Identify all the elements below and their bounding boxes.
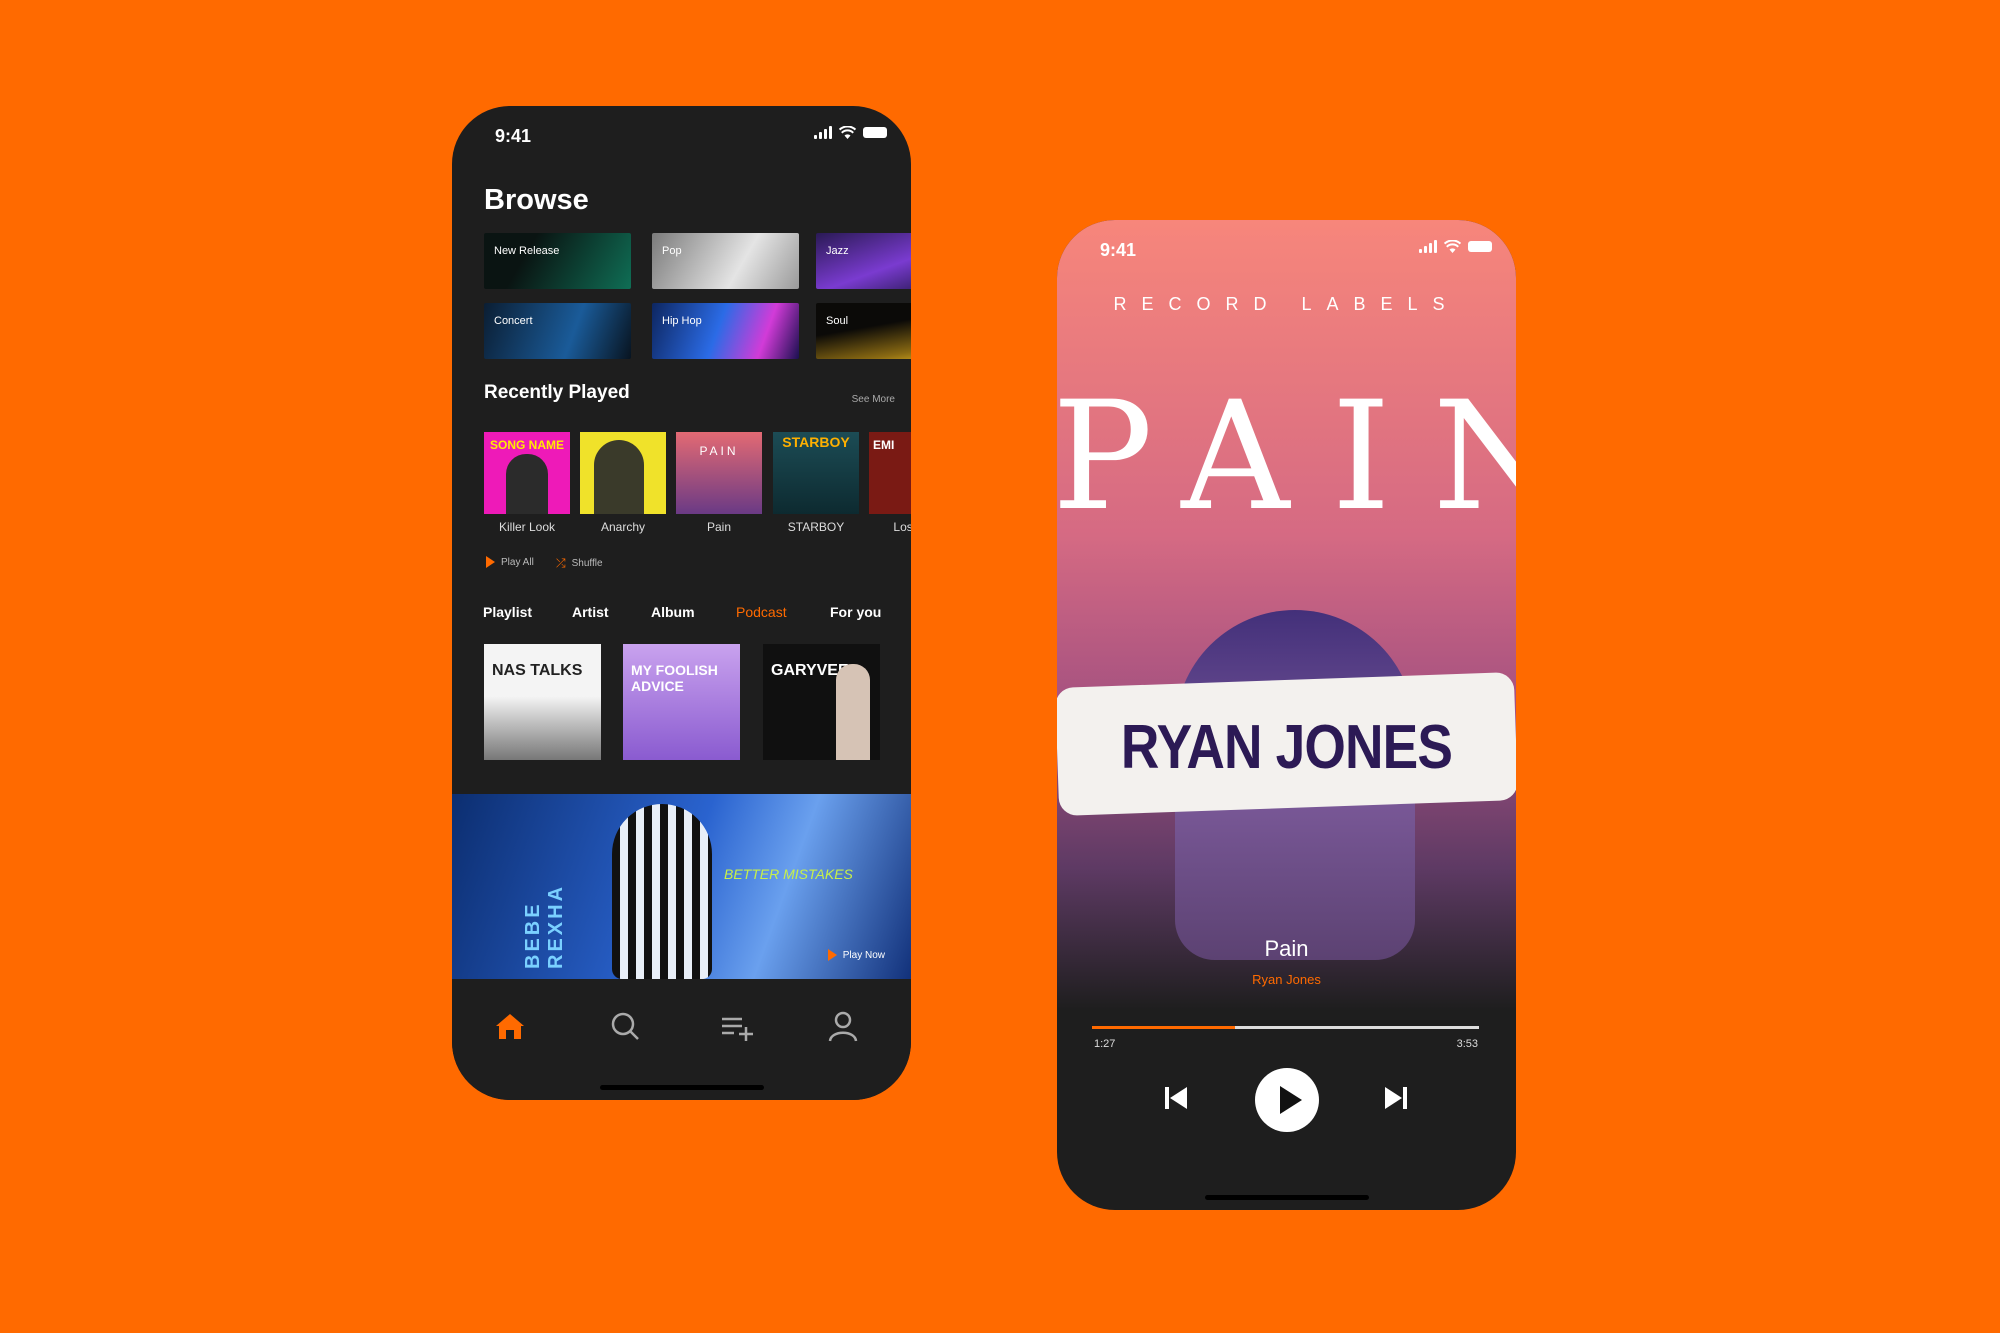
podcast-card-garyvee[interactable]: GARYVEE: [763, 644, 880, 760]
tab-for-you[interactable]: For you: [830, 604, 881, 620]
banner-artist: BEBE REXHA: [522, 883, 567, 969]
genre-tile-soul[interactable]: Soul: [816, 303, 911, 359]
genre-label: New Release: [494, 245, 560, 257]
playlist-add-icon[interactable]: [720, 1010, 754, 1042]
home-indicator[interactable]: [599, 1085, 764, 1090]
album-title: STARBOY: [787, 520, 845, 534]
podcast-cover-text: NAS TALKS: [492, 662, 583, 679]
play-all-label: Play All: [501, 556, 534, 568]
tab-artist[interactable]: Artist: [572, 604, 609, 620]
browse-heading: Browse: [484, 184, 589, 216]
status-icons: [1419, 240, 1492, 253]
shuffle-label: Shuffle: [571, 558, 603, 569]
genre-label: Hip Hop: [662, 315, 702, 327]
track-artist[interactable]: Ryan Jones: [1057, 972, 1516, 987]
album-cover: PAIN: [676, 432, 762, 514]
album-card-lose-y[interactable]: EMI Lose Y: [869, 432, 911, 534]
album-title: Killer Look: [498, 520, 556, 534]
banner-album: BETTER MISTAKES: [724, 866, 853, 882]
status-time: 9:41: [495, 126, 532, 146]
status-time: 9:41: [1100, 240, 1137, 260]
player-screen: PAIN RYAN JONES RECORD LABELS 9:41 Pain …: [1057, 220, 1516, 1210]
signal-icon: [1419, 240, 1437, 253]
see-more-link[interactable]: See More: [852, 394, 895, 405]
status-icons: [814, 126, 887, 139]
album-card-anarchy[interactable]: Anarchy: [580, 432, 666, 534]
play-icon: [1280, 1086, 1302, 1114]
search-icon[interactable]: [608, 1010, 642, 1042]
progress-fill: [1092, 1026, 1236, 1029]
album-cover: STARBOY: [773, 432, 859, 514]
album-cover: [580, 432, 666, 514]
genre-label: Soul: [826, 315, 849, 327]
play-icon: [827, 949, 837, 961]
album-card-killer-look[interactable]: SONG NAME Killer Look: [484, 432, 570, 534]
total-time: 3:53: [1456, 1038, 1478, 1050]
album-title: Lose Y: [893, 520, 911, 534]
recently-played-heading: Recently Played: [484, 382, 630, 403]
genre-tile-hip-hop[interactable]: Hip Hop: [652, 303, 799, 359]
bottom-nav: [452, 979, 911, 1100]
album-title: Anarchy: [600, 520, 646, 534]
home-indicator[interactable]: [1204, 1195, 1369, 1200]
tab-podcast[interactable]: Podcast: [736, 604, 787, 620]
status-bar: 9:41: [452, 106, 911, 166]
current-time: 1:27: [1094, 1038, 1116, 1050]
tab-playlist[interactable]: Playlist: [483, 604, 532, 620]
cover-text: STARBOY: [782, 434, 850, 450]
genre-tile-concert[interactable]: Concert: [484, 303, 631, 359]
podcast-cover-text: MY FOOLISH ADVICE: [631, 662, 718, 694]
album-cover: EMI: [869, 432, 911, 514]
cover-text: PAIN: [699, 444, 739, 458]
shuffle-icon: ⤮: [556, 556, 566, 570]
podcast-card-nas-talks[interactable]: NAS TALKS: [484, 644, 601, 760]
play-icon: [486, 556, 495, 568]
cover-text: SONG NAME: [489, 438, 564, 452]
podcast-cover-text: GARYVEE: [771, 662, 849, 679]
profile-icon[interactable]: [826, 1010, 860, 1042]
genre-label: Jazz: [826, 245, 849, 257]
podcast-card-my-foolish-advice[interactable]: MY FOOLISH ADVICE: [623, 644, 740, 760]
album-cover: SONG NAME: [484, 432, 570, 514]
artwork-title: PAIN: [1057, 370, 1516, 544]
next-icon[interactable]: [1382, 1084, 1410, 1112]
record-labels-title: RECORD LABELS: [1113, 294, 1460, 314]
play-now-label: Play Now: [842, 949, 885, 961]
genre-tile-new-release[interactable]: New Release: [484, 233, 631, 289]
progress-bar[interactable]: [1092, 1026, 1479, 1029]
wifi-icon: [1444, 240, 1461, 253]
album-card-starboy[interactable]: STARBOY STARBOY: [773, 432, 859, 534]
track-title: Pain: [1264, 936, 1309, 961]
banner-artist-figure: [612, 804, 712, 979]
play-all-button[interactable]: Play All: [486, 556, 534, 568]
genre-tile-jazz[interactable]: Jazz: [816, 233, 911, 289]
genre-tile-pop[interactable]: Pop: [652, 233, 799, 289]
cover-text: EMI: [873, 438, 895, 452]
battery-icon: [863, 127, 887, 138]
album-artwork: PAIN RYAN JONES RECORD LABELS: [1057, 220, 1516, 1010]
shuffle-button[interactable]: ⤮ Shuffle: [556, 556, 603, 571]
battery-icon: [1468, 241, 1492, 252]
play-now-button[interactable]: Play Now: [827, 949, 885, 961]
previous-icon[interactable]: [1162, 1084, 1190, 1112]
album-title: Pain: [706, 520, 732, 534]
browse-screen: 9:41 Browse New Release Pop Jazz Concert…: [452, 106, 911, 1100]
artwork-artist-name: RYAN JONES: [1120, 713, 1453, 782]
featured-banner[interactable]: BEBE REXHA BETTER MISTAKES Play Now: [452, 794, 911, 979]
home-icon[interactable]: [493, 1010, 527, 1042]
tab-album[interactable]: Album: [651, 604, 695, 620]
wifi-icon: [839, 126, 856, 139]
album-card-pain[interactable]: PAIN Pain: [676, 432, 762, 534]
status-bar: 9:41: [1057, 220, 1516, 280]
genre-label: Pop: [662, 245, 682, 257]
play-button[interactable]: [1255, 1068, 1319, 1132]
genre-label: Concert: [494, 315, 533, 327]
signal-icon: [814, 126, 832, 139]
